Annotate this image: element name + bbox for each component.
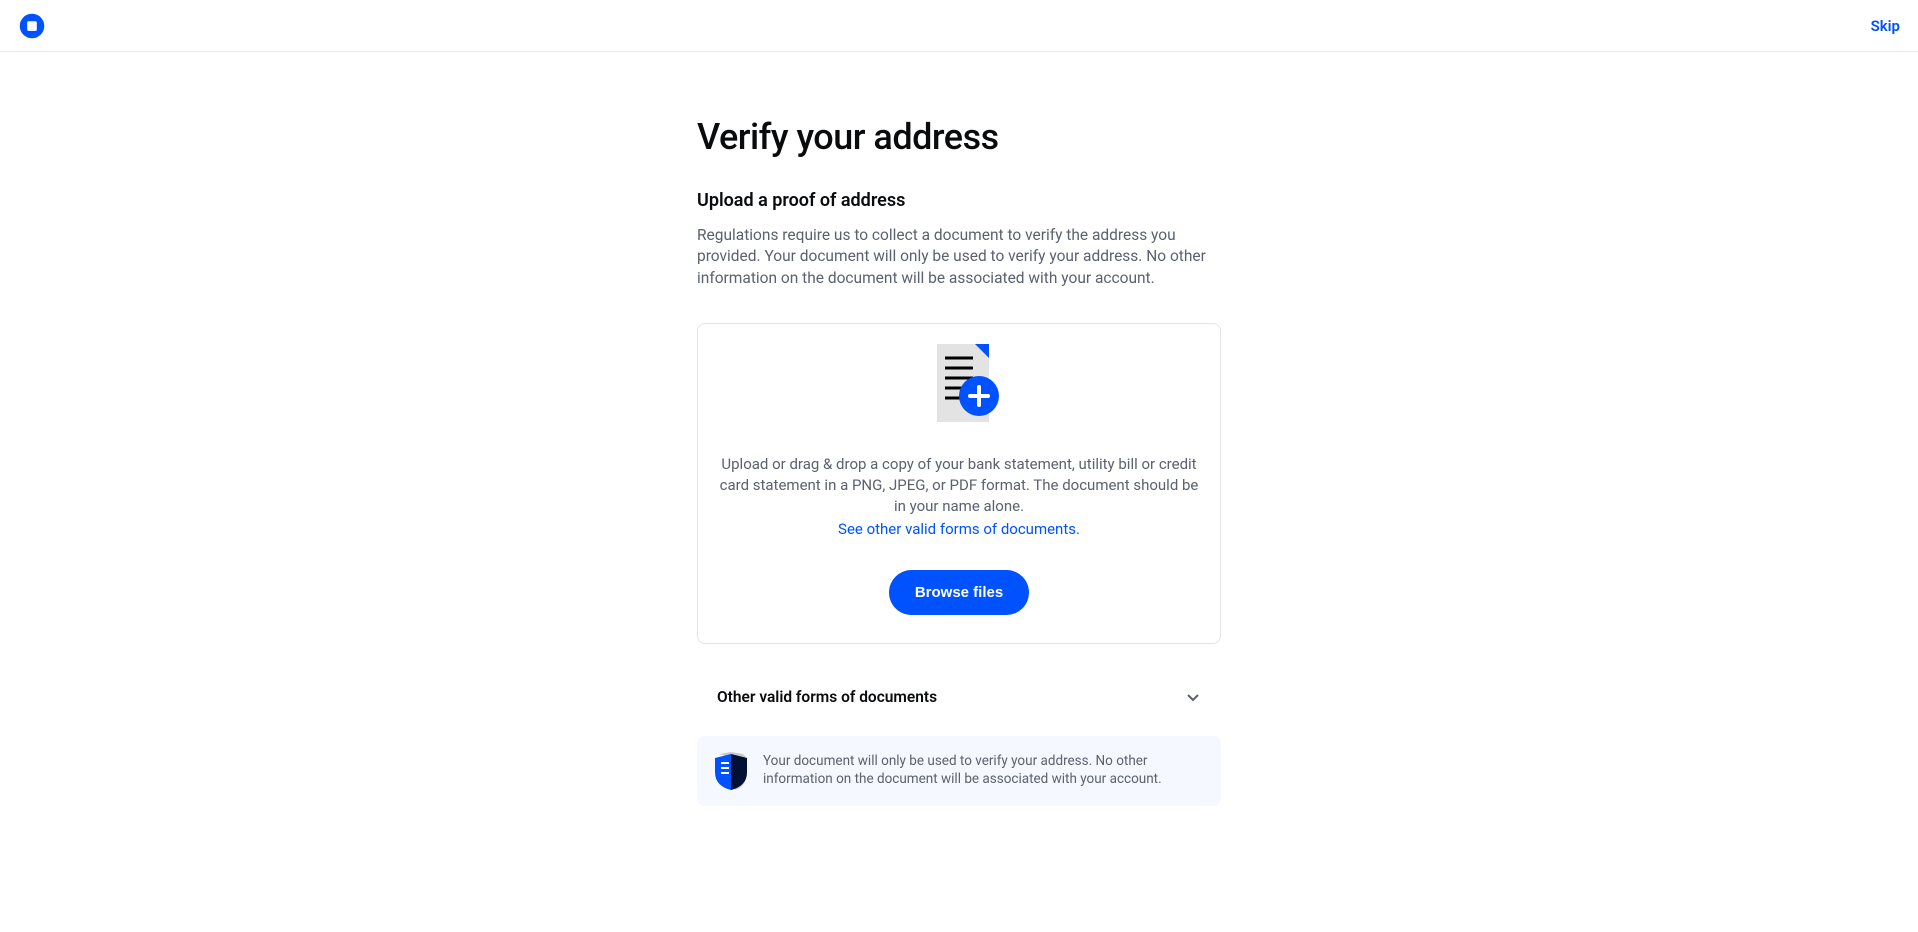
coinbase-logo-icon: [18, 12, 46, 40]
browse-files-button[interactable]: Browse files: [889, 570, 1029, 615]
other-forms-accordion[interactable]: Other valid forms of documents: [697, 672, 1221, 722]
notice-text: Your document will only be used to verif…: [763, 752, 1203, 788]
chevron-down-icon: [1185, 689, 1201, 705]
shield-icon: [715, 752, 747, 790]
upload-instructions: Upload or drag & drop a copy of your ban…: [718, 454, 1200, 517]
skip-link[interactable]: Skip: [1871, 17, 1900, 35]
page-subtitle: Upload a proof of address: [697, 190, 1221, 211]
accordion-label: Other valid forms of documents: [717, 688, 937, 706]
page-description: Regulations require us to collect a docu…: [697, 225, 1221, 289]
main-content: Verify your address Upload a proof of ad…: [697, 52, 1221, 806]
document-upload-icon: [718, 344, 1200, 424]
other-forms-link[interactable]: See other valid forms of documents.: [838, 520, 1080, 538]
page-title: Verify your address: [697, 116, 1221, 158]
upload-dropzone[interactable]: Upload or drag & drop a copy of your ban…: [697, 323, 1221, 644]
privacy-notice: Your document will only be used to verif…: [697, 736, 1221, 806]
app-header: Skip: [0, 0, 1918, 52]
